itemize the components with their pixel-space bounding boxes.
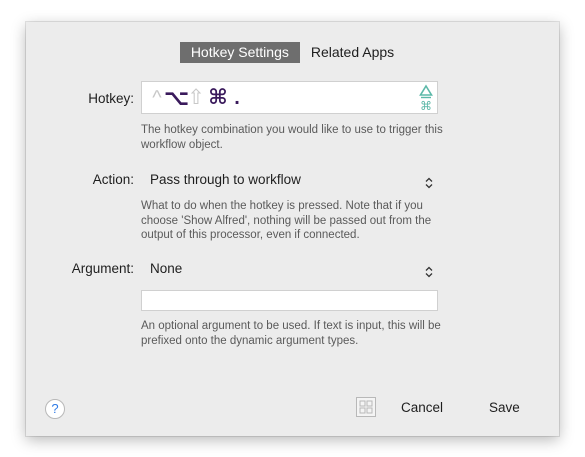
question-mark-icon: ? — [51, 401, 59, 416]
svg-text:⌘: ⌘ — [420, 99, 432, 112]
hotkey-help-text: The hotkey combination you would like to… — [141, 124, 443, 151]
argument-label: Argument: — [71, 261, 134, 276]
up-down-chevron-icon — [424, 263, 434, 278]
triangle-command-icon[interactable]: ⌘ — [419, 84, 433, 113]
save-button[interactable]: Save — [489, 400, 520, 416]
control-modifier-glyph: ^ — [152, 87, 162, 109]
command-modifier-glyph: ⌘ — [208, 86, 228, 109]
action-label: Action: — [92, 172, 134, 187]
option-modifier-glyph: ⌥ — [164, 85, 190, 110]
tab-bar: Hotkey Settings Related Apps — [26, 42, 559, 63]
action-popup[interactable]: Pass through to workflow — [141, 169, 438, 191]
hotkey-label: Hotkey: — [88, 91, 134, 106]
cancel-button[interactable]: Cancel — [401, 400, 443, 416]
argument-text-input[interactable] — [141, 290, 438, 311]
tab-related-apps[interactable]: Related Apps — [300, 42, 405, 63]
grid-icon[interactable] — [356, 397, 376, 417]
argument-popup[interactable]: None — [141, 258, 438, 280]
argument-help-text: An optional argument to be used. If text… — [141, 320, 441, 347]
hotkey-settings-sheet: Hotkey Settings Related Apps Hotkey: ^ ⌥… — [26, 22, 559, 436]
shift-modifier-glyph: ⇧ — [187, 86, 205, 109]
action-help-text: What to do when the hotkey is pressed. N… — [141, 200, 432, 241]
hotkey-recorder-field[interactable]: ^ ⌥ ⇧ ⌘ . ⌘ — [141, 81, 438, 114]
hotkey-key-glyph: . — [234, 87, 240, 109]
tab-hotkey-settings[interactable]: Hotkey Settings — [179, 42, 300, 63]
up-down-chevron-icon — [424, 174, 434, 189]
argument-popup-value: None — [150, 261, 183, 276]
hotkey-glyphs: ^ ⌥ ⇧ ⌘ . — [150, 86, 244, 110]
help-button[interactable]: ? — [45, 399, 65, 419]
action-popup-value: Pass through to workflow — [150, 172, 301, 187]
